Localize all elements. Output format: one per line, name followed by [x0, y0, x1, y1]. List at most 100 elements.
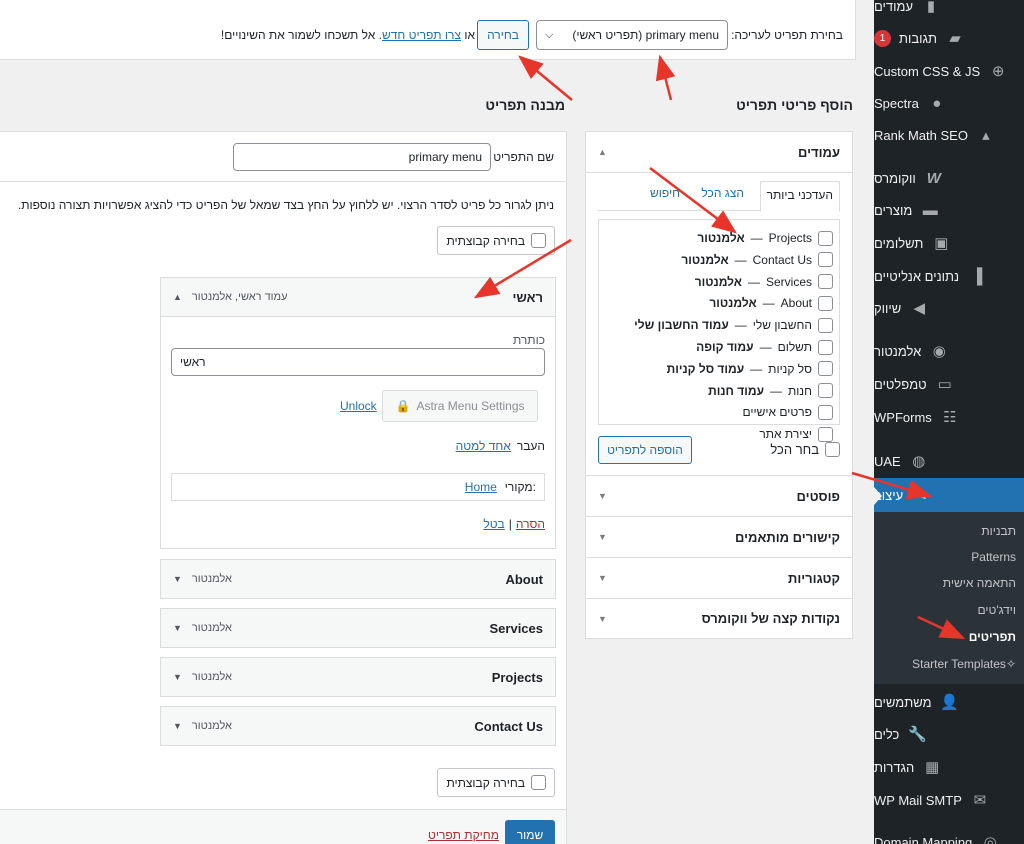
- bulk-select-bottom[interactable]: בחירה קבוצתית: [437, 768, 555, 797]
- tab-most-recent[interactable]: העדכני ביותר: [759, 181, 840, 212]
- select-menu-button[interactable]: בחירה: [477, 20, 529, 50]
- page-checkbox[interactable]: [818, 339, 833, 355]
- page-checkbox-row[interactable]: תשלום — עמוד קופה: [696, 336, 833, 358]
- page-checkbox-row[interactable]: סל קניות — עמוד סל קניות: [667, 358, 833, 380]
- categories-accordion[interactable]: קטגוריות ▼: [586, 557, 852, 598]
- page-checkbox[interactable]: [818, 295, 833, 311]
- sidebar-item-comments[interactable]: ▰ תגובות 1: [874, 22, 1024, 54]
- original-source-row: Home מקורי:: [171, 473, 545, 501]
- sidebar-item-wp-mail-smtp[interactable]: ✉ WP Mail SMTP: [874, 784, 1024, 816]
- remove-cancel-row: הסרה | בטל: [483, 517, 545, 531]
- submenu-patterns[interactable]: Patterns: [971, 550, 1016, 564]
- sidebar-item-rankmath[interactable]: ▴ Rank Math SEO: [874, 119, 1024, 151]
- page-checkbox-row[interactable]: החשבון שלי — עמוד החשבון שלי: [634, 314, 833, 336]
- page-checkbox[interactable]: [818, 383, 833, 399]
- sidebar-item-products[interactable]: ▬ מוצרים: [874, 194, 1024, 226]
- sidebar-item-users[interactable]: 👤 משתמשים: [874, 686, 1024, 718]
- structure-heading: מבנה תפריט: [485, 97, 565, 113]
- menu-select-bar: בחירת תפריט לעריכה: ⌵ primary menu (תפרי…: [0, 0, 856, 60]
- submenu-starter-templates[interactable]: ✧Starter Templates: [912, 657, 1016, 671]
- page-checkbox-row[interactable]: חנות — עמוד חנות: [708, 380, 833, 402]
- menu-item: Projects אלמנטור ▼: [160, 657, 556, 697]
- page-checkbox-row[interactable]: About — אלמנטור: [709, 292, 833, 314]
- page-checkbox-row[interactable]: Contact Us — אלמנטור: [681, 249, 833, 271]
- caret-down-icon[interactable]: ▼: [173, 672, 182, 682]
- add-items-heading: הוסף פריטי תפריט: [736, 97, 853, 113]
- page-checkbox[interactable]: [818, 361, 833, 377]
- create-new-menu-link[interactable]: צרו תפריט חדש: [382, 28, 461, 42]
- pages-footer: בחר הכל הוספה לתפריט: [586, 425, 852, 475]
- select-all-checkbox[interactable]: [825, 442, 840, 457]
- caret-up-icon: ▲: [598, 147, 607, 157]
- menu-item: Services אלמנטור ▼: [160, 608, 556, 648]
- menu-item: About אלמנטור ▼: [160, 559, 556, 599]
- woo-icon: W: [926, 169, 941, 187]
- menu-item: Contact Us אלמנטור ▼: [160, 706, 556, 746]
- posts-accordion[interactable]: פוסטים ▼: [586, 475, 852, 516]
- caret-down-icon[interactable]: ▼: [173, 721, 182, 731]
- astra-menu-settings-button[interactable]: 🔒 Astra Menu Settings: [382, 390, 538, 422]
- unlock-link[interactable]: Unlock: [340, 399, 377, 413]
- bulk-select-top[interactable]: בחירה קבוצתית: [437, 226, 555, 255]
- caret-down-icon[interactable]: ▼: [173, 623, 182, 633]
- sidebar-item-uae[interactable]: ◍ UAE: [874, 445, 1024, 477]
- submenu-customize[interactable]: התאמה אישית: [943, 576, 1016, 590]
- sidebar-item-elementor[interactable]: ◉ אלמנטור: [874, 335, 1024, 367]
- sidebar-item-custom-css[interactable]: ⊕ Custom CSS & JS: [874, 55, 1024, 87]
- menu-item-header[interactable]: Contact Us אלמנטור ▼: [161, 707, 555, 745]
- menu-item-header[interactable]: About אלמנטור ▼: [161, 560, 555, 598]
- tab-search[interactable]: חיפוש: [650, 186, 680, 200]
- forms-icon: ☷: [943, 409, 957, 426]
- select-all-control[interactable]: בחר הכל: [770, 442, 840, 457]
- caret-down-icon[interactable]: ▼: [173, 574, 182, 584]
- menu-name-input[interactable]: primary menu: [233, 143, 491, 171]
- pages-checklist: Projects — אלמנטור Contact Us — אלמנטור Se…: [598, 219, 840, 442]
- sidebar-item-wpforms[interactable]: ☷ WPForms: [874, 401, 1024, 433]
- sidebar-item-templates[interactable]: ▭ טמפלטים: [874, 368, 1024, 400]
- sidebar-item-tools[interactable]: 🔧 כלים: [874, 718, 1024, 750]
- submenu-widgets[interactable]: וידג'טים: [977, 603, 1016, 617]
- menu-structure-panel: שם התפריט primary menu ניתן לגרור כל פרי…: [0, 131, 567, 844]
- sidebar-item-payments[interactable]: ▣ תשלומים: [874, 227, 1024, 259]
- cancel-item-link[interactable]: בטל: [483, 517, 504, 531]
- menu-select-dropdown[interactable]: ⌵ primary menu (תפריט ראשי): [536, 20, 728, 50]
- page-checkbox[interactable]: [818, 317, 833, 333]
- bulk-select-checkbox[interactable]: [531, 775, 546, 790]
- submenu-menus[interactable]: תפריטים: [969, 630, 1016, 644]
- navigation-label-input[interactable]: ראשי: [171, 348, 545, 376]
- sidebar-item-marketing[interactable]: ◀ שיווק: [874, 292, 1024, 324]
- bulk-select-checkbox[interactable]: [531, 233, 546, 248]
- users-icon: 👤: [940, 694, 959, 711]
- caret-up-icon[interactable]: ▲: [173, 292, 182, 302]
- submenu-themes[interactable]: תבניות: [981, 524, 1016, 538]
- page-checkbox[interactable]: [818, 274, 833, 290]
- sidebar-item-appearance[interactable]: ✎ עיצוב: [874, 478, 1024, 512]
- pages-accordion-header[interactable]: עמודים ▲: [586, 132, 852, 173]
- menu-item-header[interactable]: Services אלמנטור ▼: [161, 609, 555, 647]
- menu-item-home-header[interactable]: ראשי עמוד ראשי, אלמנטור ▲: [161, 278, 555, 316]
- page-checkbox[interactable]: [818, 252, 833, 268]
- remove-item-link[interactable]: הסרה: [516, 517, 545, 531]
- sidebar-item-analytics[interactable]: ▐ נתונים אנליטיים: [874, 260, 1024, 292]
- page-checkbox[interactable]: [818, 230, 833, 246]
- page-checkbox-row[interactable]: Projects — אלמנטור: [697, 227, 833, 249]
- save-menu-button[interactable]: שמור: [505, 820, 555, 844]
- navigation-label-caption: כותרת: [512, 333, 545, 347]
- sidebar-item-domain-mapping[interactable]: ◎ Domain Mapping: [874, 826, 1024, 844]
- move-down-link[interactable]: אחד למטה: [456, 439, 511, 453]
- custom-links-accordion[interactable]: קישורים מותאמים ▼: [586, 516, 852, 557]
- original-source-link[interactable]: Home: [465, 480, 497, 494]
- sidebar-item-pages[interactable]: ▮ עמודים: [874, 0, 1024, 22]
- woo-endpoints-accordion[interactable]: נקודות קצה של ווקומרס ▼: [586, 598, 852, 639]
- page-checkbox-row[interactable]: Services — אלמנטור: [695, 271, 833, 293]
- tab-view-all[interactable]: הצג הכל: [701, 186, 744, 200]
- page-checkbox-row[interactable]: פרטים אישיים: [743, 401, 833, 423]
- delete-menu-link[interactable]: מחיקת תפריט: [428, 828, 499, 842]
- page-checkbox[interactable]: [818, 404, 833, 420]
- sidebar-item-settings[interactable]: ▦ הגדרות: [874, 751, 1024, 783]
- menu-item-header[interactable]: Projects אלמנטור ▼: [161, 658, 555, 696]
- sparkle-icon: ✧: [1005, 657, 1016, 671]
- add-to-menu-button[interactable]: הוספה לתפריט: [598, 436, 692, 464]
- sidebar-item-spectra[interactable]: ● Spectra: [874, 87, 1024, 119]
- sidebar-item-woocommerce[interactable]: W ווקומרס: [874, 162, 1024, 194]
